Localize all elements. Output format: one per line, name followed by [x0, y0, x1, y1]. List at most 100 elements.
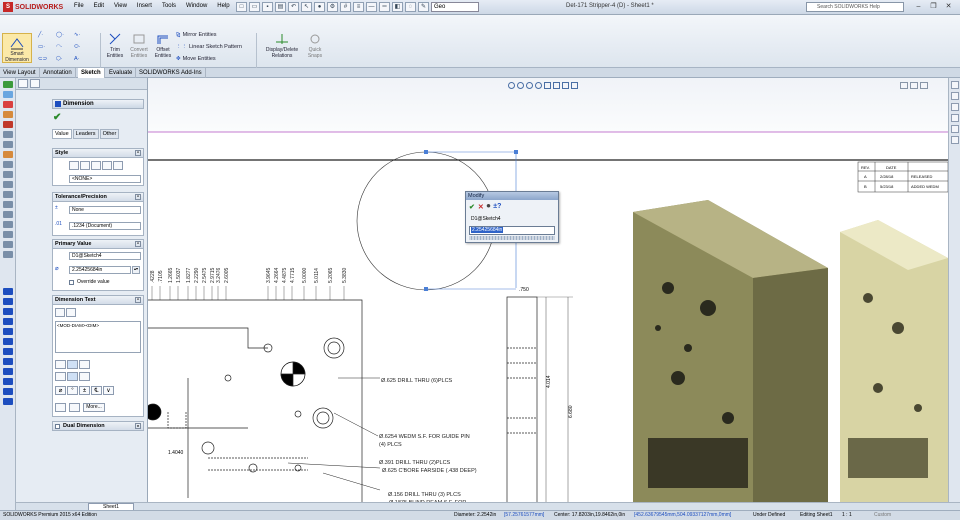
- print-icon[interactable]: ▤: [275, 2, 286, 12]
- custom-properties-icon[interactable]: [951, 136, 959, 144]
- display-delete-relations-button[interactable]: Display/Delete Relations: [262, 32, 302, 59]
- tab-add-ins[interactable]: SOLIDWORKS Add-Ins: [136, 68, 206, 78]
- cancel-value-icon[interactable]: ✕: [478, 203, 484, 211]
- centermark-icon[interactable]: [3, 358, 13, 365]
- collapse-icon[interactable]: ^: [135, 150, 141, 156]
- tab-sketch[interactable]: Sketch: [78, 68, 105, 78]
- play-icon[interactable]: [3, 81, 13, 88]
- position-bottom-icon[interactable]: [79, 372, 90, 381]
- balloon-icon[interactable]: [3, 308, 13, 315]
- collapse-icon[interactable]: ^: [135, 241, 141, 247]
- rebuild-value-icon[interactable]: ⏺: [487, 203, 491, 211]
- graphics-area[interactable]: REV. DATE A 2/28/18 RELEASED B 5/23/18 A…: [148, 78, 948, 510]
- tolerance-type-select[interactable]: None: [69, 206, 141, 214]
- menu-file[interactable]: File: [74, 3, 84, 9]
- menu-edit[interactable]: Edit: [94, 3, 104, 9]
- surface-finish-icon[interactable]: [3, 318, 13, 325]
- dual-dimension-checkbox[interactable]: [55, 424, 60, 429]
- polygon-tool[interactable]: ⬡·: [56, 56, 63, 62]
- view-palette-tab-icon[interactable]: [951, 114, 959, 122]
- property-manager-tab-icon[interactable]: [30, 79, 40, 88]
- ellipse-tool[interactable]: ⬭·: [74, 44, 81, 51]
- grid-toggle-icon[interactable]: [3, 221, 13, 228]
- view-palette-icon[interactable]: [3, 231, 13, 238]
- center-dimension-icon[interactable]: [66, 308, 76, 317]
- degree-symbol-icon[interactable]: °: [67, 386, 78, 395]
- text-annotation-icon[interactable]: [3, 328, 13, 335]
- spline-tool[interactable]: ∿·: [74, 32, 80, 38]
- dimension-text-field[interactable]: <MOD-DIAM><DIM>: [55, 321, 141, 353]
- plus-minus-symbol-icon[interactable]: ±: [79, 386, 90, 395]
- hole-callout-icon[interactable]: [55, 403, 66, 412]
- grid-icon[interactable]: #: [340, 2, 351, 12]
- dimension-name-field[interactable]: D1@Sketch4: [69, 252, 141, 260]
- save-icon[interactable]: ▪: [262, 2, 273, 12]
- macro-icon[interactable]: [3, 121, 13, 128]
- quick-snaps-button[interactable]: Quick Snaps: [304, 32, 326, 59]
- title-block-icon[interactable]: [3, 211, 13, 218]
- file-explorer-icon[interactable]: [951, 103, 959, 111]
- more-button[interactable]: More...: [83, 403, 105, 412]
- trim-entities-button[interactable]: Trim Entities: [104, 32, 126, 59]
- step-icon[interactable]: [3, 91, 13, 98]
- favorite-add-icon[interactable]: [80, 161, 90, 170]
- collapse-icon[interactable]: ^: [135, 194, 141, 200]
- move-entities-button[interactable]: ✥ Move Entities: [176, 56, 216, 62]
- line-style-icon[interactable]: —: [366, 2, 377, 12]
- symbol-library-icon[interactable]: [69, 403, 80, 412]
- sketch-icon[interactable]: ✎: [418, 2, 429, 12]
- expand-icon[interactable]: v: [135, 423, 141, 429]
- select-icon[interactable]: ↖: [301, 2, 312, 12]
- bom-icon[interactable]: [3, 171, 13, 178]
- layer-toolbar-icon[interactable]: [3, 241, 13, 248]
- solidworks-logo[interactable]: S SOLIDWORKS: [3, 2, 63, 12]
- centerline-symbol-icon[interactable]: ℄: [91, 386, 102, 395]
- line-thickness-icon[interactable]: ═: [379, 2, 390, 12]
- text-tool[interactable]: A·: [74, 56, 80, 62]
- close-icon[interactable]: ✕: [942, 2, 955, 12]
- menu-tools[interactable]: Tools: [162, 3, 176, 9]
- subtab-other[interactable]: Other: [99, 129, 120, 139]
- feature-tree-tab-icon[interactable]: [18, 79, 28, 88]
- rectangle-tool[interactable]: ▭·: [38, 44, 45, 50]
- design-library-icon[interactable]: [951, 92, 959, 100]
- offset-entities-button[interactable]: Offset Entities: [152, 32, 174, 59]
- resources-icon[interactable]: [951, 81, 959, 89]
- gtol-icon[interactable]: [3, 348, 13, 355]
- block-icon[interactable]: [3, 388, 13, 395]
- position-middle-icon[interactable]: [67, 372, 78, 381]
- smart-dimension-button[interactable]: Smart Dimension: [2, 33, 32, 63]
- apply-style-icon[interactable]: [69, 161, 79, 170]
- precision-select[interactable]: .1234 (Document): [69, 222, 141, 230]
- appearances-icon[interactable]: [951, 125, 959, 133]
- load-style-icon[interactable]: [113, 161, 123, 170]
- subtab-leaders[interactable]: Leaders: [72, 129, 99, 139]
- stop-icon[interactable]: [3, 101, 13, 108]
- save-value-icon[interactable]: ✔: [469, 203, 475, 211]
- reverse-sense-icon[interactable]: ±?: [493, 203, 501, 211]
- align-left-icon[interactable]: [55, 360, 66, 369]
- hatch-icon[interactable]: [3, 378, 13, 385]
- hole-table-icon[interactable]: [3, 181, 13, 188]
- collapse-icon[interactable]: ^: [135, 297, 141, 303]
- restore-icon[interactable]: ❐: [927, 2, 940, 12]
- menu-view[interactable]: View: [114, 3, 127, 9]
- align-right-icon[interactable]: [79, 360, 90, 369]
- menu-insert[interactable]: Insert: [137, 3, 152, 9]
- layer-icon[interactable]: ≡: [353, 2, 364, 12]
- sheet-format-icon[interactable]: [3, 161, 13, 168]
- line-format-icon[interactable]: [3, 251, 13, 258]
- minimize-icon[interactable]: –: [912, 2, 925, 12]
- record-icon[interactable]: [3, 111, 13, 118]
- help-search-input[interactable]: Search SOLIDWORKS Help: [806, 2, 904, 12]
- note-tool-icon[interactable]: [3, 298, 13, 305]
- position-top-icon[interactable]: [55, 372, 66, 381]
- undo-icon[interactable]: ↶: [288, 2, 299, 12]
- layout-icon[interactable]: [3, 151, 13, 158]
- hide-show-icon[interactable]: ◌: [405, 2, 416, 12]
- weld-symbol-icon[interactable]: [3, 398, 13, 405]
- circle-tool[interactable]: ◯·: [56, 32, 64, 38]
- align-center-icon[interactable]: [67, 360, 78, 369]
- datum-icon[interactable]: [3, 338, 13, 345]
- menu-window[interactable]: Window: [186, 3, 207, 9]
